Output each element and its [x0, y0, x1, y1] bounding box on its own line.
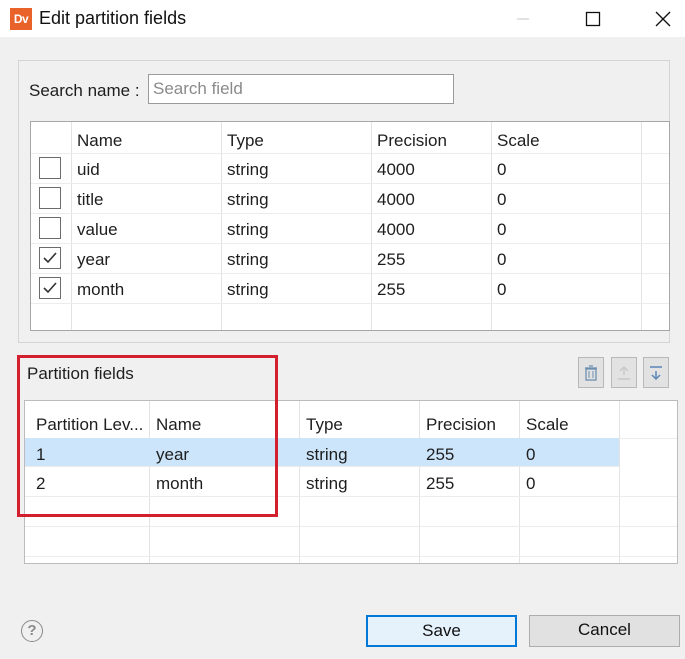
column-header-precision: Precision	[426, 415, 496, 434]
table-row[interactable]: uid string 4000 0	[31, 153, 669, 184]
field-scale: 0	[497, 280, 507, 299]
minimize-icon	[517, 18, 529, 20]
column-header-scale: Scale	[526, 415, 569, 434]
checkmark-icon	[43, 282, 57, 294]
table-row[interactable]: year string 255 0	[31, 243, 669, 274]
table-header-row: Name Type Precision Scale	[31, 122, 669, 154]
empty-row	[25, 526, 677, 557]
field-scale: 0	[497, 250, 507, 269]
field-precision: 4000	[377, 220, 415, 239]
partition-type: string	[306, 474, 348, 493]
save-button[interactable]: Save	[366, 615, 517, 647]
checkmark-icon	[43, 252, 57, 264]
table-row[interactable]: title string 4000 0	[31, 183, 669, 214]
help-button[interactable]: ?	[21, 620, 43, 642]
field-type: string	[227, 280, 269, 299]
field-type: string	[227, 220, 269, 239]
field-name: month	[77, 280, 125, 299]
field-precision: 255	[377, 250, 406, 269]
fields-table: Name Type Precision Scale uid string 400…	[30, 121, 670, 331]
minimize-button[interactable]	[506, 5, 540, 33]
row-checkbox[interactable]	[39, 187, 61, 209]
close-icon	[655, 11, 671, 27]
row-checkbox[interactable]	[39, 217, 61, 239]
field-name: title	[77, 190, 104, 209]
move-down-button[interactable]	[643, 357, 669, 388]
partition-precision: 255	[426, 474, 455, 493]
search-input[interactable]	[148, 74, 454, 104]
window-title: Edit partition fields	[39, 8, 187, 28]
maximize-button[interactable]	[576, 5, 610, 33]
field-type: string	[227, 190, 269, 209]
field-name: year	[77, 250, 111, 269]
field-type: string	[227, 160, 269, 179]
column-header-scale: Scale	[497, 131, 540, 150]
partition-scale: 0	[526, 445, 536, 464]
field-precision: 255	[377, 280, 406, 299]
field-precision: 4000	[377, 160, 415, 179]
move-down-icon	[650, 365, 662, 380]
search-label: Search name :	[29, 81, 140, 100]
field-precision: 4000	[377, 190, 415, 209]
column-header-type: Type	[227, 131, 264, 150]
field-scale: 0	[497, 190, 507, 209]
trash-icon	[585, 364, 597, 381]
close-button[interactable]	[646, 5, 680, 33]
column-header-type: Type	[306, 415, 343, 434]
cancel-button[interactable]: Cancel	[529, 615, 680, 647]
row-checkbox[interactable]	[39, 157, 61, 179]
partition-precision: 255	[426, 445, 455, 464]
row-checkbox-checked[interactable]	[39, 277, 61, 299]
move-up-button[interactable]	[611, 357, 637, 388]
column-header-precision: Precision	[377, 131, 447, 150]
field-name: uid	[77, 160, 100, 179]
row-checkbox-checked[interactable]	[39, 247, 61, 269]
delete-button[interactable]	[578, 357, 604, 388]
maximize-icon	[585, 11, 601, 27]
field-scale: 0	[497, 160, 507, 179]
partition-scale: 0	[526, 474, 536, 493]
table-row[interactable]: month string 255 0	[31, 273, 669, 304]
highlight-box	[17, 355, 278, 517]
move-up-icon	[618, 365, 630, 380]
column-header-name: Name	[77, 131, 123, 150]
table-row[interactable]: value string 4000 0	[31, 213, 669, 244]
partition-type: string	[306, 445, 348, 464]
app-logo-icon: Dv	[10, 8, 32, 30]
field-scale: 0	[497, 220, 507, 239]
field-type: string	[227, 250, 269, 269]
title-bar: Dv Edit partition fields	[0, 0, 685, 37]
field-name: value	[77, 220, 118, 239]
